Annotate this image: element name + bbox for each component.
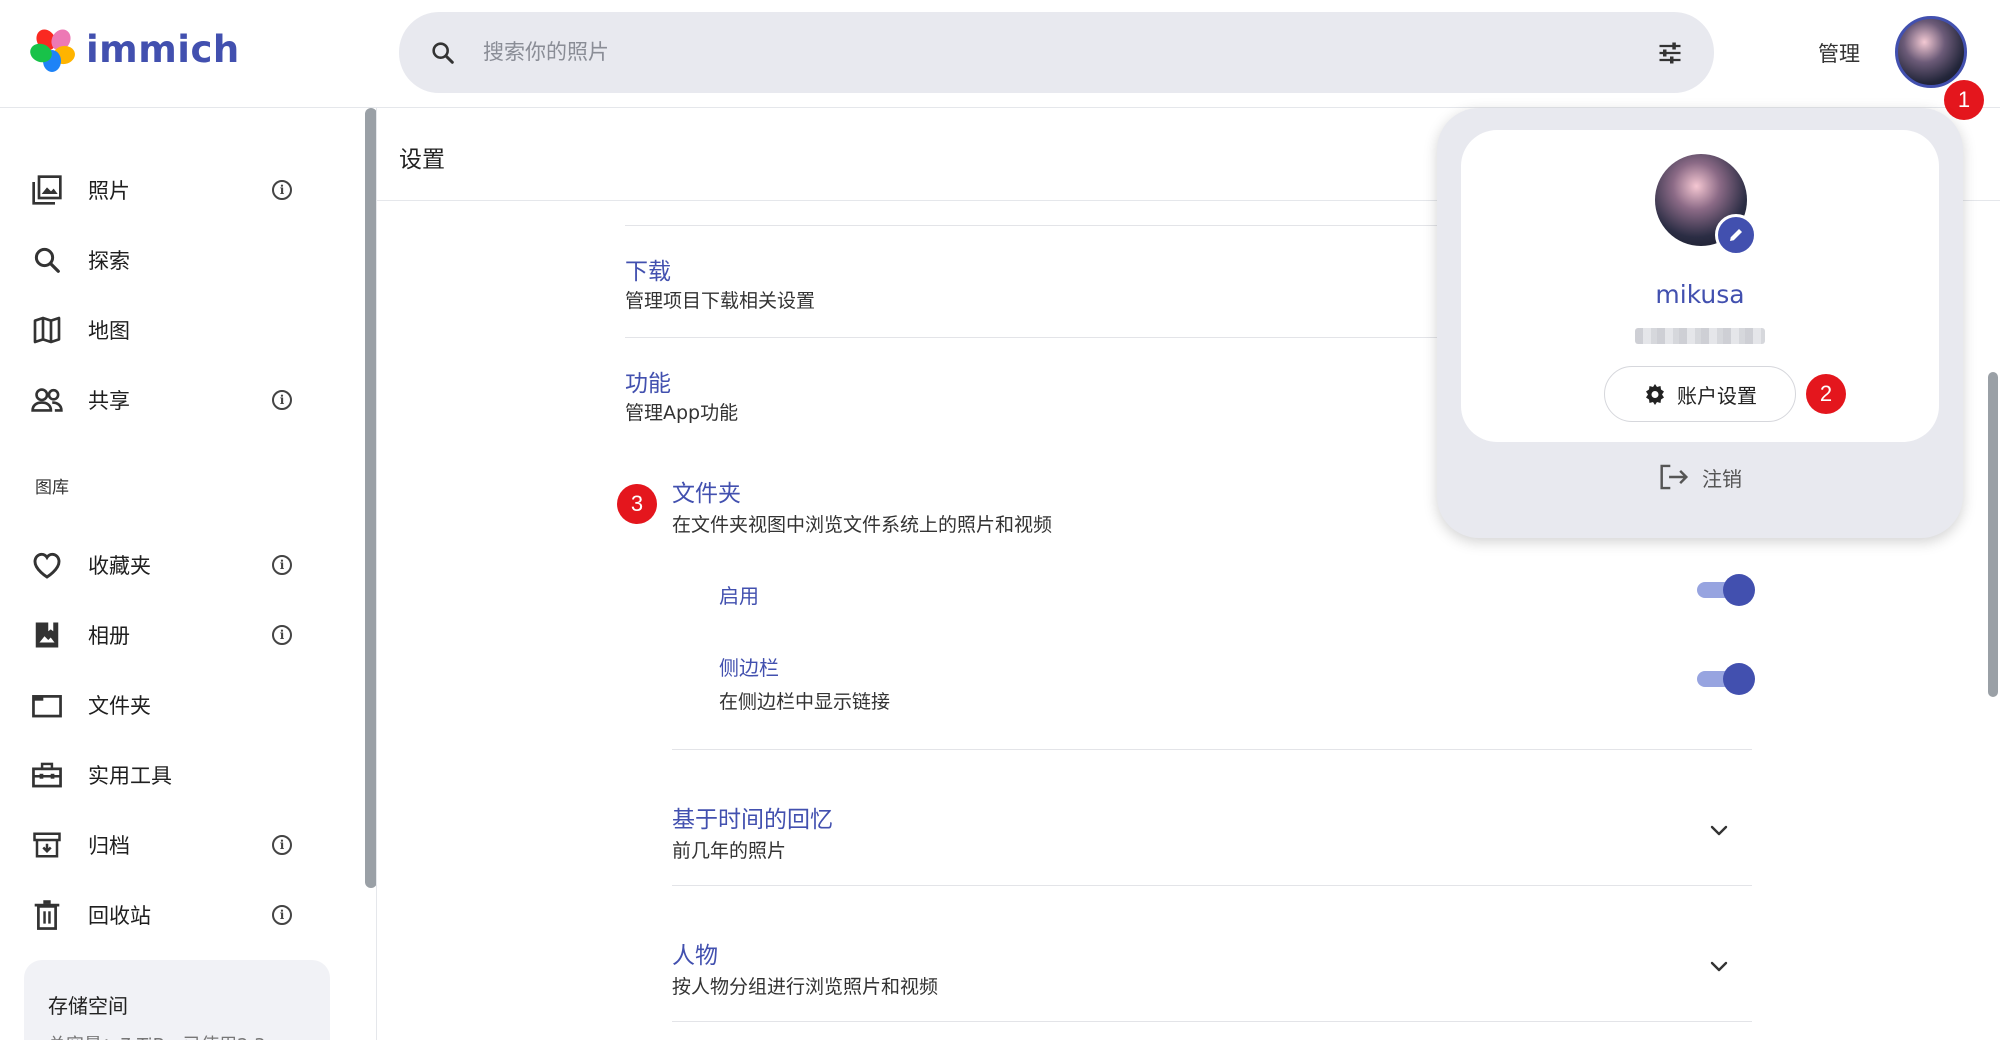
sidebar-item-label: 实用工具 <box>88 764 172 788</box>
info-icon[interactable]: i <box>272 390 292 410</box>
section-features-desc: 管理App功能 <box>625 402 739 424</box>
user-avatar-button[interactable] <box>1895 16 1967 88</box>
sidebar-item-utilities[interactable]: 实用工具 <box>0 747 320 803</box>
popup-user-name: mikusa <box>1655 280 1745 309</box>
logout-button[interactable]: 注销 <box>1437 462 1963 492</box>
popup-email-blurred <box>1635 328 1765 344</box>
logout-label: 注销 <box>1702 466 1742 491</box>
sidebar-item-label: 共享 <box>88 389 130 413</box>
toggle-knob <box>1723 663 1755 695</box>
account-popup: mikusa 账户设置 注销 <box>1437 108 1963 538</box>
folders-sidebar-toggle[interactable] <box>1697 663 1755 695</box>
album-icon <box>30 618 64 652</box>
storage-title: 存储空间 <box>48 994 128 1018</box>
immich-logo[interactable]: immich <box>30 26 240 72</box>
divider <box>672 749 1752 750</box>
sidebar-item-label: 文件夹 <box>88 694 151 718</box>
gear-icon <box>1646 384 1664 405</box>
info-icon[interactable]: i <box>272 625 292 645</box>
sidebar-item-label: 探索 <box>88 249 130 273</box>
sidebar-item-explore[interactable]: 探索 <box>0 232 320 288</box>
sidebar-divider <box>376 108 377 1040</box>
top-bar: immich 管理 <box>0 0 2000 108</box>
info-icon[interactable]: i <box>272 555 292 575</box>
map-icon <box>30 313 64 347</box>
sidebar-item-label: 回收站 <box>88 904 151 928</box>
account-settings-button[interactable]: 账户设置 <box>1604 366 1796 422</box>
search-bar[interactable] <box>399 12 1714 93</box>
section-folders-title[interactable]: 文件夹 <box>672 474 741 508</box>
info-icon[interactable]: i <box>272 180 292 200</box>
main-scrollbar[interactable] <box>1988 372 1998 697</box>
folders-sidebar-label: 侧边栏 <box>719 656 779 680</box>
page-title: 设置 <box>399 147 445 173</box>
divider <box>672 1021 1752 1022</box>
search-icon <box>30 243 64 277</box>
heart-icon <box>30 548 64 582</box>
sidebar-item-favorites[interactable]: 收藏夹 i <box>0 537 320 593</box>
section-people-desc: 按人物分组进行浏览照片和视频 <box>672 976 939 998</box>
sidebar-item-folders[interactable]: 文件夹 <box>0 677 320 733</box>
sidebar-item-label: 归档 <box>88 834 130 858</box>
folders-enable-toggle[interactable] <box>1697 574 1755 606</box>
search-input[interactable] <box>483 32 1583 72</box>
annotation-badge-3: 3 <box>617 484 657 524</box>
section-memories-title[interactable]: 基于时间的回忆 <box>672 800 833 834</box>
logout-icon <box>1660 464 1689 490</box>
folders-enable-label: 启用 <box>719 584 759 608</box>
section-download-desc: 管理项目下载相关设置 <box>625 290 816 312</box>
section-features-title[interactable]: 功能 <box>625 364 671 398</box>
section-people-title[interactable]: 人物 <box>672 936 718 970</box>
edit-avatar-button[interactable] <box>1715 214 1757 256</box>
immich-logo-icon <box>30 29 75 72</box>
filter-tune-icon[interactable] <box>1656 39 1684 67</box>
people-icon <box>30 383 64 417</box>
account-card: mikusa 账户设置 <box>1461 130 1939 442</box>
folder-icon <box>30 688 64 722</box>
archive-icon <box>30 828 64 862</box>
sidebar-item-trash[interactable]: 回收站 i <box>0 887 320 943</box>
annotation-badge-2: 2 <box>1806 374 1846 414</box>
info-icon[interactable]: i <box>272 905 292 925</box>
storage-summary: 总容量：7 TiB，已使用2.3 <box>48 1031 306 1040</box>
sidebar-item-label: 地图 <box>88 319 130 343</box>
section-folders-desc: 在文件夹视图中浏览文件系统上的照片和视频 <box>672 514 1053 536</box>
chevron-down-icon[interactable] <box>1705 818 1733 842</box>
sidebar-item-label: 相册 <box>88 624 130 648</box>
divider <box>672 885 1752 886</box>
section-download-title[interactable]: 下载 <box>625 252 671 286</box>
admin-link[interactable]: 管理 <box>1818 38 1860 68</box>
folders-sidebar-desc: 在侧边栏中显示链接 <box>719 691 891 713</box>
sidebar-item-label: 收藏夹 <box>88 554 151 578</box>
section-memories-desc: 前几年的照片 <box>672 840 787 862</box>
pencil-icon <box>1730 229 1742 241</box>
sidebar-item-photos[interactable]: 照片 i <box>0 162 320 218</box>
search-icon <box>432 42 454 64</box>
sidebar: 照片 i 探索 地图 共享 i 图库 收藏夹 i 相册 i 文件夹 实用工具 归… <box>0 108 365 1040</box>
account-settings-label: 账户设置 <box>1677 383 1757 408</box>
info-icon[interactable]: i <box>272 835 292 855</box>
toolbox-icon <box>30 758 64 792</box>
sidebar-item-map[interactable]: 地图 <box>0 302 320 358</box>
toggle-knob <box>1723 574 1755 606</box>
photos-icon <box>30 173 64 207</box>
logo-text: immich <box>86 27 240 71</box>
trash-icon <box>30 898 64 932</box>
storage-panel: 存储空间 总容量：7 TiB，已使用2.3 <box>24 960 330 1040</box>
sidebar-item-albums[interactable]: 相册 i <box>0 607 320 663</box>
sidebar-item-sharing[interactable]: 共享 i <box>0 372 320 428</box>
chevron-down-icon[interactable] <box>1705 954 1733 978</box>
sidebar-item-archive[interactable]: 归档 i <box>0 817 320 873</box>
library-section-label: 图库 <box>35 478 69 498</box>
sidebar-item-label: 照片 <box>88 179 130 203</box>
